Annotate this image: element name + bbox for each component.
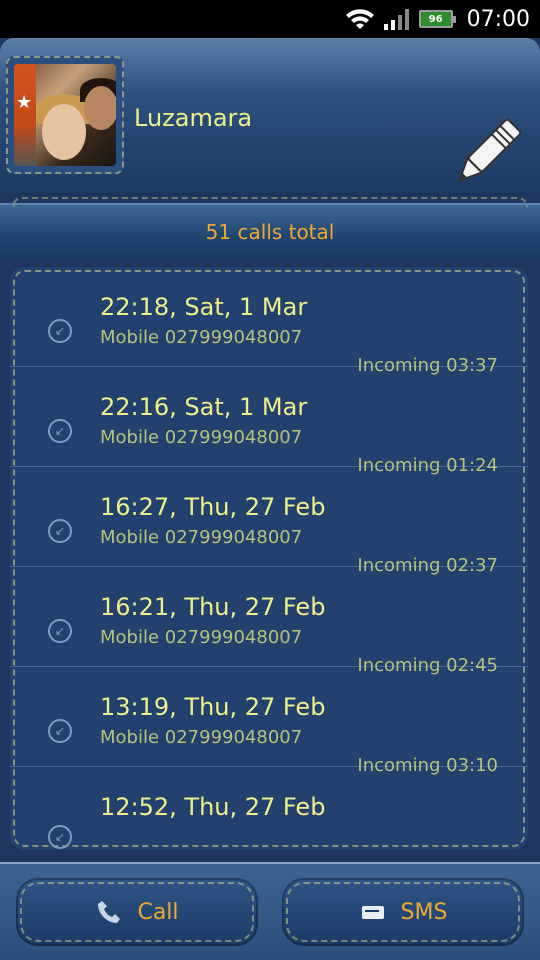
calls-total-label: 51 calls total xyxy=(205,220,335,244)
sms-button[interactable]: SMS xyxy=(282,878,524,946)
incoming-call-icon: ↙ xyxy=(48,519,72,543)
incoming-call-icon: ↙ xyxy=(48,719,72,743)
status-bar: 96 07:00 xyxy=(0,0,540,38)
action-bar: Call SMS xyxy=(0,862,540,960)
call-number: Mobile 027999048007 xyxy=(100,627,303,648)
clock: 07:00 xyxy=(466,6,530,32)
call-number: Mobile 027999048007 xyxy=(100,327,303,348)
battery-icon: 96 xyxy=(418,10,456,28)
signal-icon xyxy=(383,9,409,30)
incoming-call-icon: ↙ xyxy=(48,319,72,343)
incoming-call-icon: ↙ xyxy=(48,825,72,849)
call-number: Mobile 027999048007 xyxy=(100,727,303,748)
call-log-item[interactable]: ↙ 12:52, Thu, 27 Feb xyxy=(10,767,528,850)
call-time: 16:21, Thu, 27 Feb xyxy=(100,593,326,621)
call-time: 13:19, Thu, 27 Feb xyxy=(100,693,326,721)
call-number: Mobile 027999048007 xyxy=(100,527,303,548)
avatar: ★ xyxy=(14,64,116,166)
call-time: 22:18, Sat, 1 Mar xyxy=(100,293,308,321)
call-number: Mobile 027999048007 xyxy=(100,427,303,448)
call-button[interactable]: Call xyxy=(16,878,258,946)
call-log-item[interactable]: ↙ 16:21, Thu, 27 Feb Mobile 027999048007… xyxy=(10,567,528,676)
call-time: 12:52, Thu, 27 Feb xyxy=(100,793,326,821)
call-log-item[interactable]: ↙ 22:16, Sat, 1 Mar Mobile 027999048007 … xyxy=(10,367,528,476)
pencil-icon[interactable] xyxy=(444,112,528,196)
call-log-item[interactable]: ↙ 13:19, Thu, 27 Feb Mobile 027999048007… xyxy=(10,667,528,776)
call-log-list[interactable]: ↙ 22:18, Sat, 1 Mar Mobile 027999048007 … xyxy=(10,267,528,850)
avatar-frame[interactable]: ★ xyxy=(6,56,124,174)
wifi-icon xyxy=(345,9,374,29)
call-time: 22:16, Sat, 1 Mar xyxy=(100,393,308,421)
incoming-call-icon: ↙ xyxy=(48,419,72,443)
star-icon: ★ xyxy=(16,92,33,113)
battery-level: 96 xyxy=(428,13,443,25)
incoming-call-icon: ↙ xyxy=(48,619,72,643)
call-time: 16:27, Thu, 27 Feb xyxy=(100,493,326,521)
call-log-item[interactable]: ↙ 16:27, Thu, 27 Feb Mobile 027999048007… xyxy=(10,467,528,576)
calls-total-bar: 51 calls total xyxy=(0,197,540,259)
contact-name: Luzamara xyxy=(134,104,253,132)
contact-header: ★ Luzamara xyxy=(0,38,540,193)
call-log-item[interactable]: ↙ 22:18, Sat, 1 Mar Mobile 027999048007 … xyxy=(10,267,528,376)
